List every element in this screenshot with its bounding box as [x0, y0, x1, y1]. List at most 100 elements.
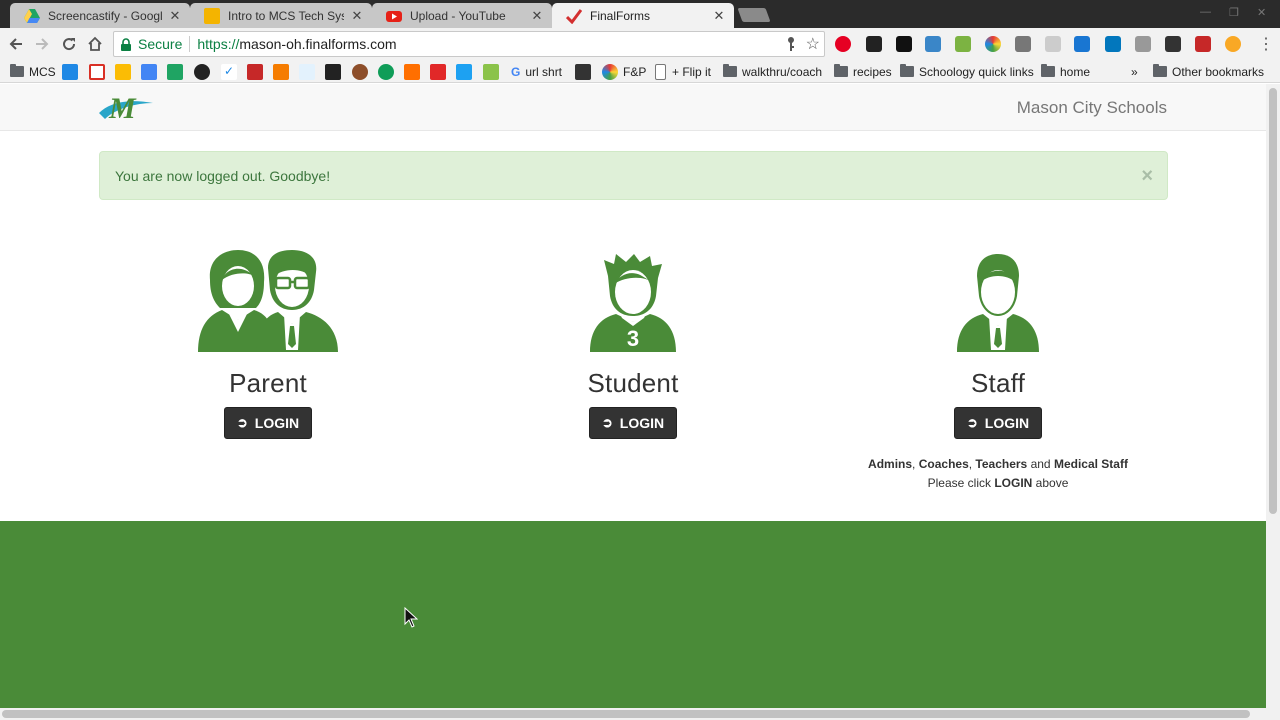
bookmark-schoology[interactable] — [194, 63, 210, 80]
lock-icon — [121, 37, 131, 51]
fp-icon — [602, 63, 618, 80]
maximize-icon[interactable]: ❐ — [1229, 6, 1239, 19]
amazon-icon[interactable] — [896, 36, 912, 52]
horizontal-scrollbar[interactable] — [0, 708, 1280, 720]
cast-icon[interactable] — [1015, 36, 1031, 52]
pinterest-icon[interactable] — [835, 36, 851, 52]
star-icon[interactable]: ☆ — [806, 34, 820, 54]
bookmark-url-shrt[interactable]: G url shrt — [511, 63, 562, 80]
bookmark-walkthru[interactable]: walkthru/coach — [723, 63, 822, 80]
close-tab-icon[interactable]: ✕ — [350, 8, 364, 24]
key-icon[interactable] — [786, 36, 796, 55]
brand-name[interactable]: Mason City Schools — [1017, 98, 1167, 118]
parent-login-button[interactable]: ➲ LOGIN — [223, 407, 313, 439]
minimize-icon[interactable]: — — [1200, 6, 1211, 18]
home-icon[interactable] — [84, 33, 106, 55]
checkmark-icon: ✓ — [221, 63, 237, 80]
bookmark-recipes[interactable]: recipes — [834, 63, 892, 80]
close-tab-icon[interactable]: ✕ — [168, 8, 182, 24]
parent-section: Parent ➲ LOGIN — [118, 244, 418, 439]
secure-indicator[interactable]: Secure — [120, 36, 182, 52]
role-medical: Medical Staff — [1053, 457, 1128, 471]
jersey-number: 3 — [627, 326, 639, 351]
vimeo-icon[interactable] — [925, 36, 941, 52]
extension-green-icon[interactable] — [955, 36, 971, 52]
bookmark-hangouts[interactable] — [378, 63, 394, 80]
vertical-scrollbar[interactable] — [1266, 84, 1280, 708]
forward-icon[interactable] — [31, 33, 53, 55]
evernote-icon[interactable] — [866, 36, 882, 52]
qr-code-icon[interactable] — [1165, 36, 1181, 52]
bookmark-flipboard[interactable] — [430, 63, 446, 80]
bookmark-home[interactable]: home — [1041, 63, 1090, 80]
bookmark-fp[interactable]: F&P — [602, 63, 646, 80]
tab-screencastify[interactable]: Screencastify - Google Dri ✕ — [10, 3, 190, 28]
tab-title: FinalForms — [590, 8, 651, 23]
bookmark-other[interactable]: Other bookmarks — [1153, 63, 1264, 80]
folder-icon — [1153, 64, 1167, 77]
vertical-scroll-thumb[interactable] — [1269, 88, 1277, 514]
folder-icon — [834, 64, 848, 77]
close-alert-icon[interactable]: × — [1141, 165, 1153, 188]
reload-icon[interactable] — [58, 33, 80, 55]
role-admins: Admins — [868, 457, 913, 471]
save-icon[interactable] — [1045, 36, 1061, 52]
bookmarks-overflow[interactable]: » — [1131, 63, 1138, 80]
bookmark-keep[interactable] — [115, 63, 131, 80]
page-icon — [655, 63, 666, 80]
close-window-icon[interactable]: ✕ — [1257, 6, 1266, 19]
folder-icon — [10, 64, 24, 77]
bookmark-green-app[interactable] — [483, 63, 499, 80]
folder-icon — [723, 64, 737, 77]
megaphone-icon[interactable] — [1074, 36, 1090, 52]
extension-gray-icon[interactable] — [1135, 36, 1151, 52]
tab-youtube-upload[interactable]: Upload - YouTube ✕ — [372, 3, 552, 28]
bookmark-globe[interactable] — [352, 63, 368, 80]
close-tab-icon[interactable]: ✕ — [530, 8, 544, 24]
honey-icon[interactable] — [1225, 36, 1241, 52]
staff-login-button[interactable]: ➲ LOGIN — [953, 407, 1043, 439]
bookmark-ex[interactable] — [299, 63, 315, 80]
bookmark-twitter[interactable] — [456, 63, 472, 80]
bookmark-label: recipes — [853, 64, 892, 79]
color-wheel-icon[interactable] — [985, 36, 1001, 52]
close-tab-icon[interactable]: ✕ — [712, 8, 726, 24]
new-tab-button[interactable] — [737, 8, 771, 22]
url-scheme: https:// — [197, 36, 240, 52]
bookmark-schoology-links[interactable]: Schoology quick links — [900, 63, 1034, 80]
menu-icon[interactable]: ⋮ — [1258, 34, 1274, 54]
film-icon[interactable] — [1195, 36, 1211, 52]
bookmark-label: Other bookmarks — [1172, 64, 1265, 79]
bookmark-gmail[interactable] — [89, 63, 105, 80]
bookmark-contacts[interactable] — [247, 63, 263, 80]
horizontal-scroll-thumb[interactable] — [2, 710, 1250, 718]
bookmark-blogger[interactable] — [273, 63, 289, 80]
parent-icon — [118, 244, 418, 352]
contacts-icon — [247, 63, 263, 80]
student-login-button[interactable]: ➲ LOGIN — [588, 407, 678, 439]
bookmark-inbox[interactable] — [62, 63, 78, 80]
role-coaches: Coaches — [918, 457, 969, 471]
tab-title: Intro to MCS Tech Syster — [228, 8, 344, 23]
back-icon[interactable] — [5, 33, 27, 55]
site-footer — [0, 521, 1266, 708]
login-label: LOGIN — [619, 415, 665, 431]
folder-icon — [900, 64, 914, 77]
bookmark-qr[interactable] — [575, 63, 591, 80]
alert-message: You are now logged out. Goodbye! — [115, 168, 331, 184]
address-bar[interactable]: Secure https:// mason-oh.finalforms.com … — [113, 31, 825, 57]
bookmark-calendar[interactable] — [141, 63, 157, 80]
tab-intro-mcs[interactable]: Intro to MCS Tech Syster ✕ — [190, 3, 372, 28]
bookmark-flip-it[interactable]: + Flip it — [655, 63, 711, 80]
bookmark-tasks[interactable]: ✓ — [221, 63, 237, 80]
bookmark-orange[interactable] — [404, 63, 420, 80]
bookmark-mcs[interactable]: MCS — [10, 63, 56, 80]
tab-finalforms[interactable]: FinalForms ✕ — [552, 3, 734, 28]
login-label: LOGIN — [254, 415, 300, 431]
note-and: and — [1030, 457, 1051, 471]
screencastify-icon[interactable] — [1105, 36, 1121, 52]
bookmark-bb[interactable] — [325, 63, 341, 80]
bookmark-drive[interactable] — [167, 63, 183, 80]
google-drive-icon — [24, 8, 40, 24]
mason-logo[interactable]: M — [97, 89, 155, 130]
